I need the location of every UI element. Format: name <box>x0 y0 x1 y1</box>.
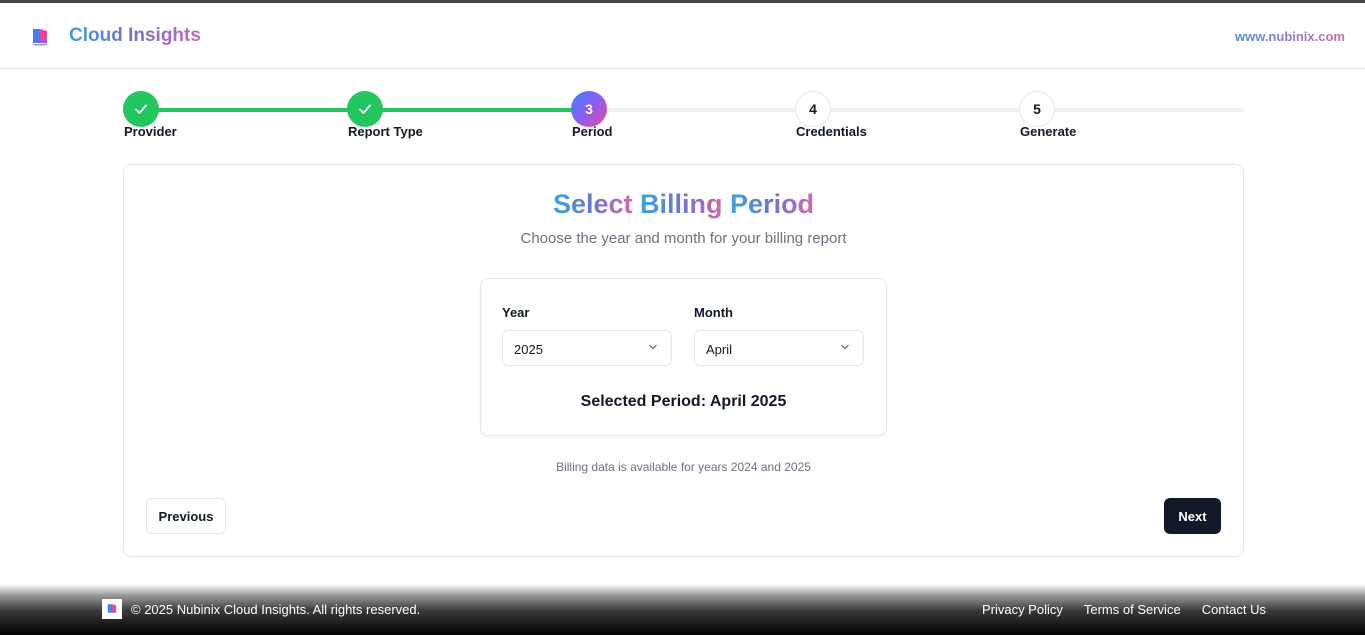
page-title: Select Billing Period <box>124 189 1243 220</box>
step-report-type[interactable]: Report Type <box>347 91 467 139</box>
progress-stepper: Provider Report Type 3 Period 4 Credenti… <box>123 91 1244 141</box>
privacy-policy-link[interactable]: Privacy Policy <box>982 602 1063 617</box>
step-label: Generate <box>1020 124 1077 139</box>
availability-note: Billing data is available for years 2024… <box>556 460 811 474</box>
year-label: Year <box>502 305 530 320</box>
selected-period: Selected Period: April 2025 <box>580 393 787 410</box>
step-number: 4 <box>795 91 831 127</box>
copyright-text: © 2025 Nubinix Cloud Insights. All right… <box>131 602 421 617</box>
step-generate[interactable]: 5 Generate <box>1019 91 1139 139</box>
step-label: Provider <box>124 124 177 139</box>
step-provider[interactable]: Provider <box>123 91 243 139</box>
site-link[interactable]: www.nubinix.com <box>1235 29 1345 44</box>
page-subtitle: Choose the year and month for your billi… <box>520 230 847 247</box>
nubinix-logo-icon[interactable] <box>31 27 49 47</box>
check-icon <box>347 91 383 127</box>
period-selector-panel: Year 2025 Month April Selected Period: A… <box>480 278 887 436</box>
title-word: Billing <box>640 189 723 219</box>
chevron-down-icon <box>841 344 849 350</box>
contact-us-link[interactable]: Contact Us <box>1202 602 1266 617</box>
brand-title[interactable]: Cloud Insights <box>69 25 201 47</box>
title-word: Period <box>730 189 815 219</box>
title-word: Select <box>552 189 633 219</box>
footer-logo-icon <box>102 599 122 619</box>
app-header: Cloud Insights www.nubinix.com <box>0 3 1365 69</box>
billing-period-card: Select Billing Period Choose the year an… <box>123 164 1244 557</box>
step-credentials[interactable]: 4 Credentials <box>795 91 915 139</box>
year-select[interactable]: 2025 <box>502 330 672 366</box>
previous-button[interactable]: Previous <box>146 498 226 534</box>
step-number: 5 <box>1019 91 1055 127</box>
month-label: Month <box>694 305 733 320</box>
check-icon <box>123 91 159 127</box>
footer-links: Privacy Policy Terms of Service Contact … <box>982 602 1266 617</box>
chevron-down-icon <box>649 344 657 350</box>
month-value: April <box>706 342 733 357</box>
month-select[interactable]: April <box>694 330 864 366</box>
year-value: 2025 <box>514 342 543 357</box>
step-period[interactable]: 3 Period <box>571 91 691 139</box>
app-footer: © 2025 Nubinix Cloud Insights. All right… <box>0 584 1365 635</box>
step-label: Credentials <box>796 124 867 139</box>
terms-of-service-link[interactable]: Terms of Service <box>1084 602 1181 617</box>
next-button[interactable]: Next <box>1164 498 1221 534</box>
step-number: 3 <box>571 91 607 127</box>
